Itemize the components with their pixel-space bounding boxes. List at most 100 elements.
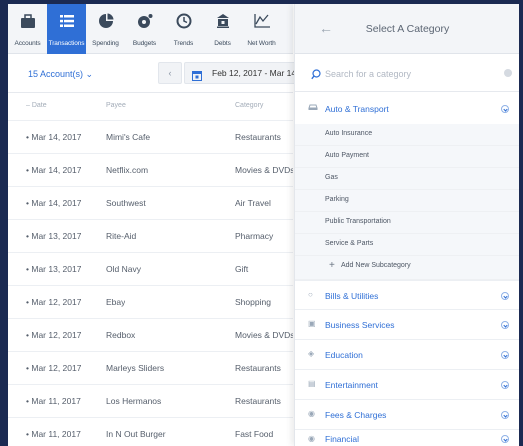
nav-tab-spending[interactable]: Spending (86, 4, 125, 54)
column-header-date[interactable]: – Date (26, 102, 47, 109)
row-date: • Mar 12, 2017 (26, 297, 82, 307)
row-dot-icon: • (26, 132, 29, 142)
row-category[interactable]: Fast Food (235, 429, 293, 439)
money-icon: ◉ (308, 434, 315, 443)
row-date: • Mar 14, 2017 (26, 132, 82, 142)
column-header-payee[interactable]: Payee (106, 102, 126, 109)
clock-icon (173, 10, 195, 32)
category-entertainment[interactable]: ▤ Entertainment (295, 370, 519, 400)
nav-label: Debts (214, 40, 231, 47)
table-row[interactable]: • Mar 11, 2017 In N Out Burger Fast Food (8, 417, 293, 446)
clear-search-icon[interactable] (504, 69, 512, 77)
nav-label: Net Worth (247, 40, 276, 47)
row-dot-icon: • (26, 165, 29, 175)
row-dot-icon: • (26, 429, 29, 439)
calendar-icon (192, 68, 202, 83)
category-auto-transport[interactable]: Auto & Transport (295, 93, 519, 124)
row-category[interactable]: Pharmacy (235, 231, 293, 241)
lightbulb-icon: ○ (308, 290, 313, 299)
transactions-toolbar: 15 Account(s) ⌄ ‹ Feb 12, 2017 - Mar 14,… (8, 55, 296, 93)
row-category[interactable]: Shopping (235, 297, 293, 307)
category-picker-header: ← Select A Category (295, 4, 519, 54)
nav-tab-accounts[interactable]: Accounts (8, 4, 47, 54)
row-category[interactable]: Restaurants (235, 132, 293, 142)
row-dot-icon: • (26, 330, 29, 340)
row-dot-icon: • (26, 264, 29, 274)
accounts-dropdown[interactable]: 15 Account(s) ⌄ (28, 69, 93, 80)
category-label: Auto & Transport (325, 104, 389, 114)
category-bills-utilities[interactable]: ○ Bills & Utilities (295, 280, 519, 310)
nav-label: Budgets (132, 40, 157, 47)
nav-tab-trends[interactable]: Trends (164, 4, 203, 54)
category-picker-panel: ← Select A Category Auto & Transport Aut… (294, 4, 519, 446)
row-date: • Mar 11, 2017 (26, 396, 81, 406)
screen-frame: Accounts Transactions Spending Budgets T… (0, 0, 523, 446)
table-row[interactable]: • Mar 12, 2017 Redbox Movies & DVDs (8, 318, 293, 351)
category-fees-charges[interactable]: ◉ Fees & Charges (295, 400, 519, 430)
category-search-input[interactable] (325, 66, 495, 82)
table-row[interactable]: • Mar 13, 2017 Rite-Aid Pharmacy (8, 219, 293, 252)
row-dot-icon: • (26, 198, 29, 208)
budget-dial-icon (134, 10, 156, 32)
nav-tab-budgets[interactable]: Budgets (125, 4, 164, 54)
row-dot-icon: • (26, 363, 29, 373)
date-range-label: Feb 12, 2017 - Mar 14, 2017 (212, 68, 295, 78)
bank-icon (212, 10, 234, 32)
row-date: • Mar 13, 2017 (26, 264, 82, 274)
accounts-dropdown-label: 15 Account(s) (28, 69, 84, 79)
row-category[interactable]: Movies & DVDs (235, 330, 293, 340)
line-chart-icon (251, 10, 273, 32)
car-icon (308, 103, 318, 113)
row-date: • Mar 14, 2017 (26, 165, 82, 175)
row-payee: Redbox (106, 330, 136, 340)
table-row[interactable]: • Mar 14, 2017 Mimi's Cafe Restaurants (8, 120, 293, 153)
row-dot-icon: • (26, 297, 29, 307)
table-row[interactable]: • Mar 12, 2017 Marleys Sliders Restauran… (8, 351, 293, 384)
category-financial[interactable]: ◉ Financial (295, 430, 519, 446)
category-business-services[interactable]: ▣ Business Services (295, 310, 519, 340)
table-row[interactable]: • Mar 11, 2017 Los Hermanos Restaurants (8, 384, 293, 417)
nav-tab-net-worth[interactable]: Net Worth (242, 4, 281, 54)
chevron-down-icon: ⌄ (85, 69, 94, 79)
table-row[interactable]: • Mar 13, 2017 Old Navy Gift (8, 252, 293, 285)
add-subcategory-button[interactable]: + Add New Subcategory (295, 256, 519, 280)
column-header-category[interactable]: Category (235, 102, 263, 109)
subcategory-item[interactable]: Public Transportation (295, 212, 519, 234)
subcategory-item[interactable]: Parking (295, 190, 519, 212)
chevron-down-icon (501, 292, 509, 300)
coin-icon: ◉ (308, 409, 315, 418)
nav-tab-debts[interactable]: Debts (203, 4, 242, 54)
subcategory-item[interactable]: Service & Parts (295, 234, 519, 256)
row-category[interactable]: Restaurants (235, 396, 293, 406)
previous-period-button[interactable]: ‹ (158, 62, 182, 84)
row-category[interactable]: Restaurants (235, 363, 293, 373)
row-date: • Mar 11, 2017 (26, 429, 81, 439)
category-education[interactable]: ◈ Education (295, 340, 519, 370)
table-row[interactable]: • Mar 14, 2017 Southwest Air Travel (8, 186, 293, 219)
subcategory-item[interactable]: Auto Insurance (295, 124, 519, 146)
nav-tab-transactions[interactable]: Transactions (47, 4, 86, 54)
app-window: Accounts Transactions Spending Budgets T… (8, 4, 519, 446)
row-dot-icon: • (26, 396, 29, 406)
briefcase-icon (17, 10, 39, 32)
row-payee: Netflix.com (106, 165, 149, 175)
chevron-left-icon: ‹ (168, 68, 172, 78)
table-row[interactable]: • Mar 14, 2017 Netflix.com Movies & DVDs (8, 153, 293, 186)
chevron-down-icon (501, 105, 509, 113)
chevron-down-icon (501, 411, 509, 419)
row-category[interactable]: Air Travel (235, 198, 293, 208)
nav-label: Trends (173, 40, 194, 47)
nav-label: Transactions (48, 40, 85, 47)
row-category[interactable]: Gift (235, 264, 293, 274)
plus-icon: + (329, 260, 335, 271)
subcategory-item[interactable]: Gas (295, 168, 519, 190)
date-range-picker[interactable]: Feb 12, 2017 - Mar 14, 2017 (184, 62, 296, 84)
table-row[interactable]: • Mar 12, 2017 Ebay Shopping (8, 285, 293, 318)
row-category[interactable]: Movies & DVDs (235, 165, 293, 175)
subcategory-item[interactable]: Auto Payment (295, 146, 519, 168)
transactions-table-header: – Date Payee Category (8, 94, 293, 120)
search-icon (311, 67, 321, 85)
row-date: • Mar 12, 2017 (26, 363, 82, 373)
graduation-cap-icon: ◈ (308, 349, 315, 358)
ticket-icon: ▤ (308, 379, 316, 388)
